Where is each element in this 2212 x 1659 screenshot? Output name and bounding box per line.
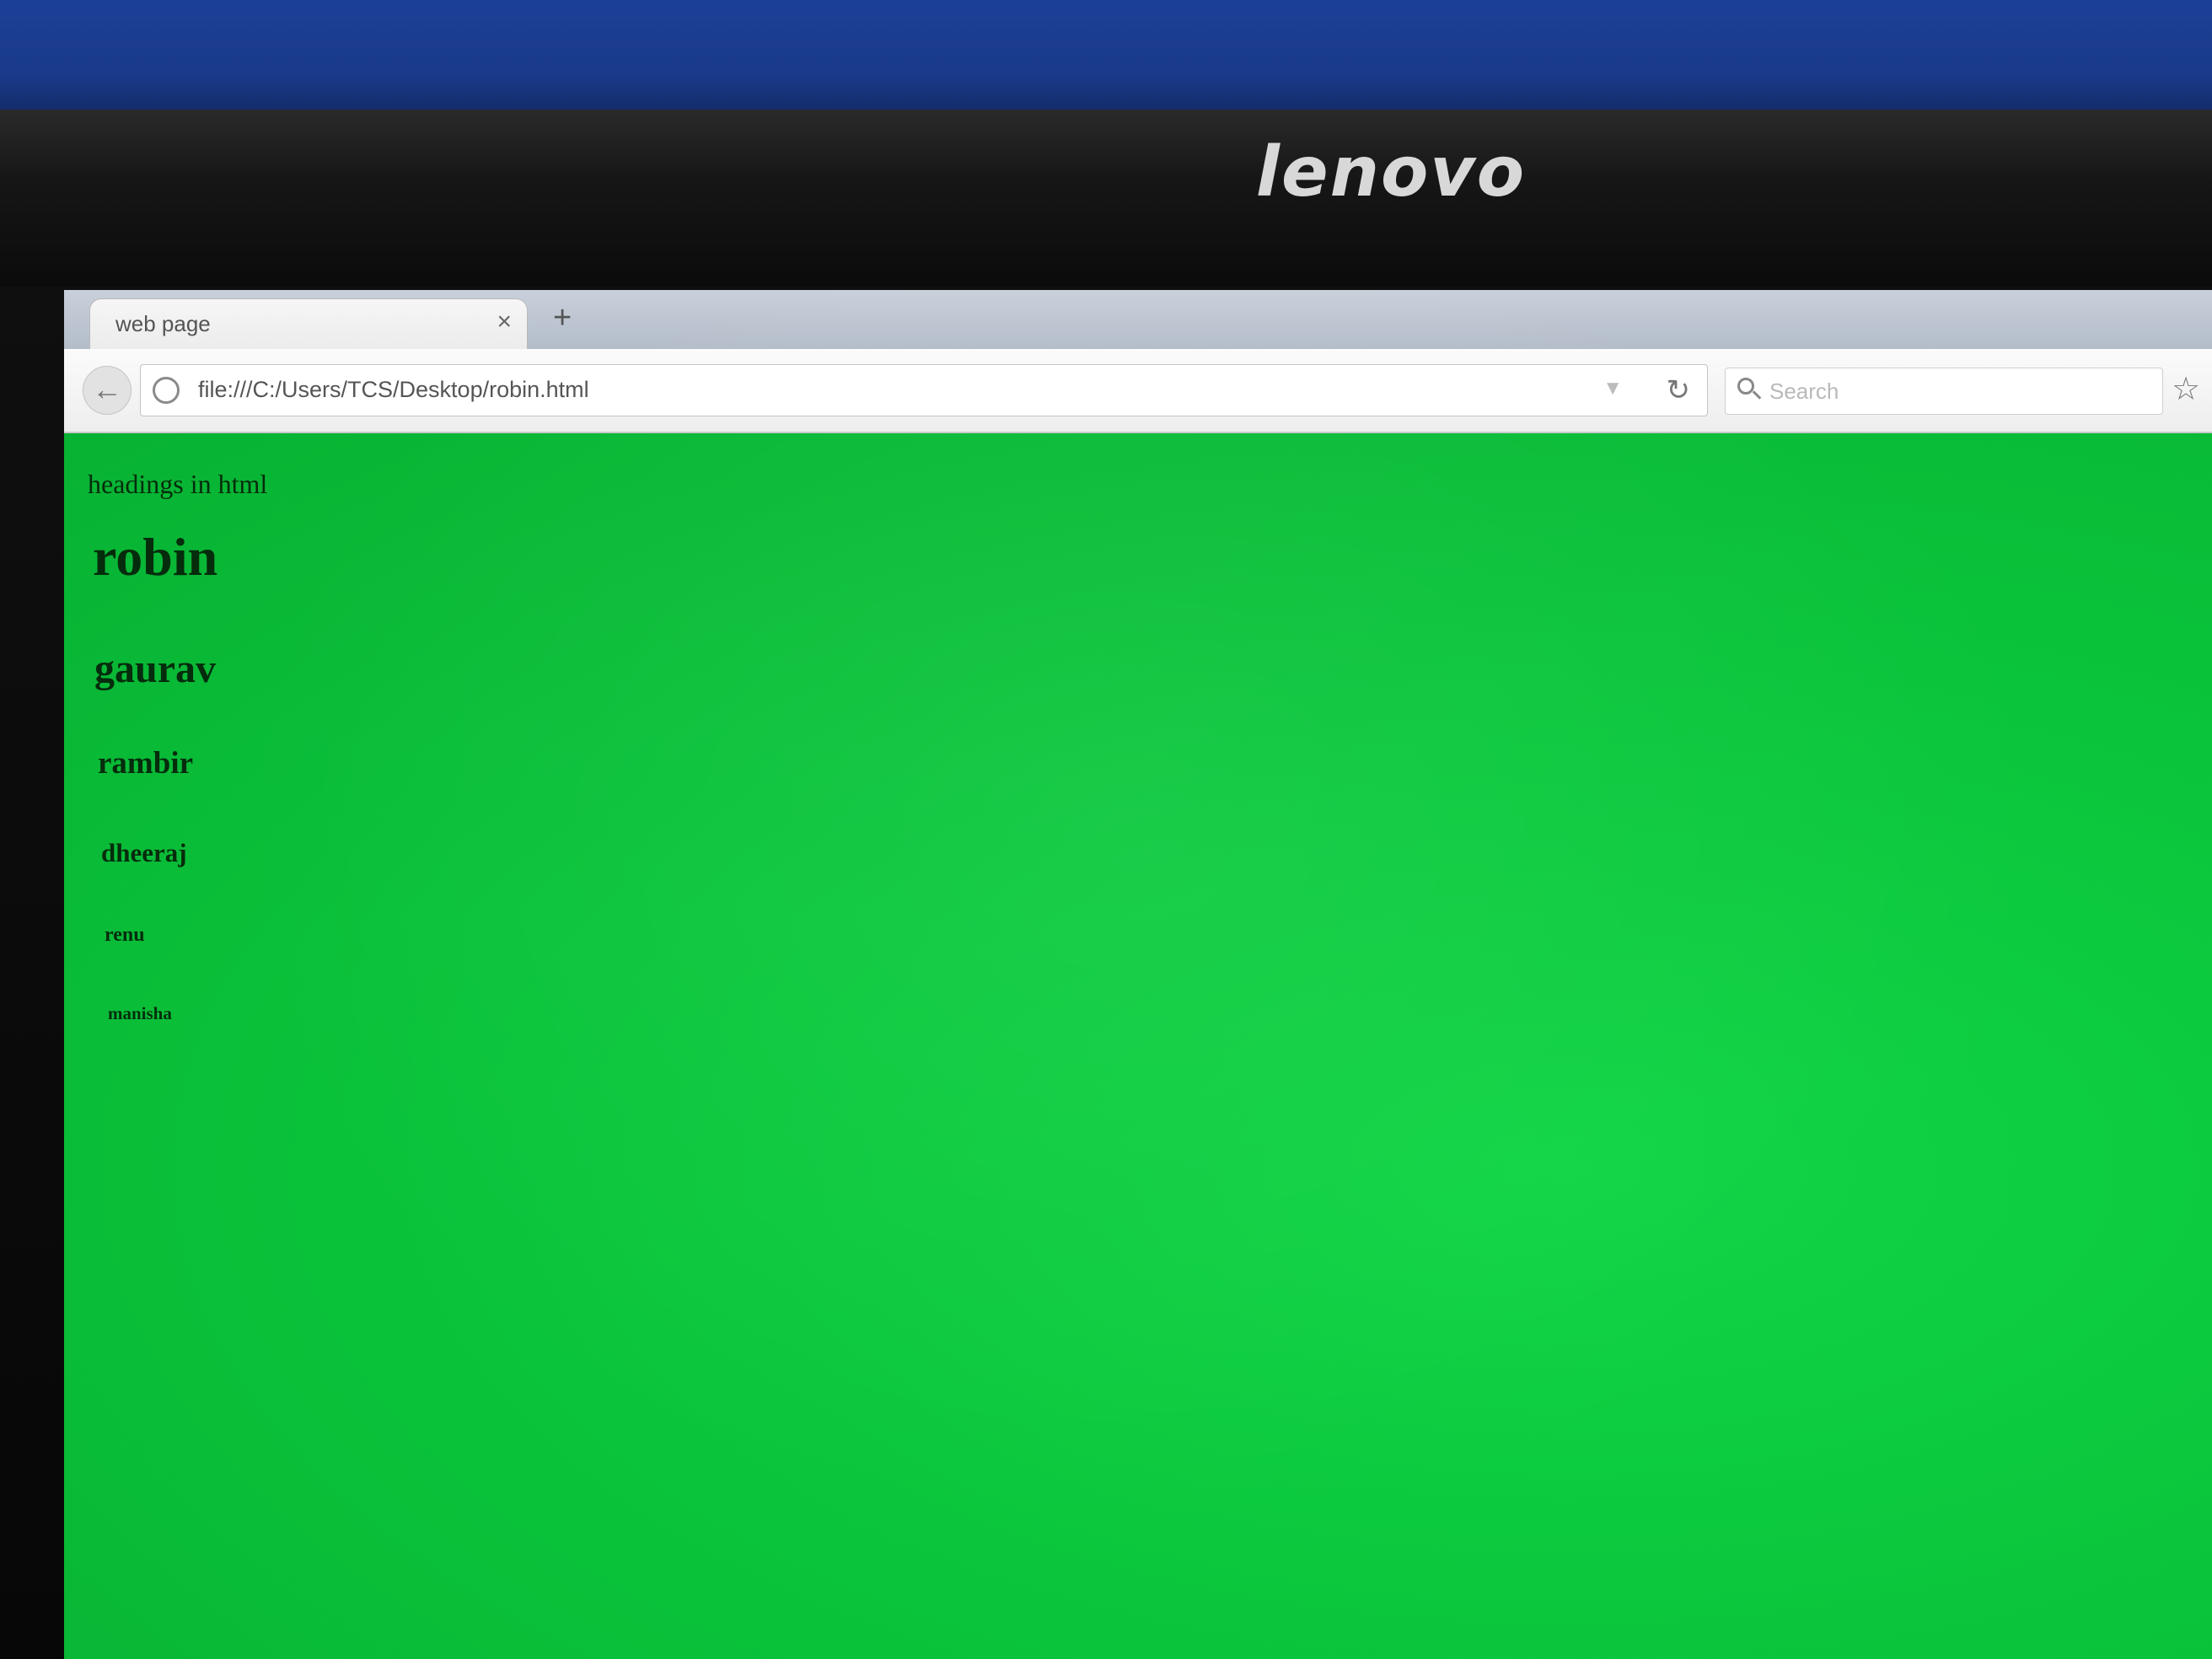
back-arrow-icon[interactable]: ←	[83, 366, 132, 415]
search-placeholder: Search	[1769, 379, 1839, 404]
monitor-bezel-top	[0, 110, 2212, 287]
heading-2: gaurav	[94, 647, 216, 691]
heading-5: renu	[105, 924, 145, 946]
heading-4: dheeraj	[101, 838, 187, 867]
heading-6: manisha	[108, 1003, 172, 1023]
heading-1: robin	[93, 527, 218, 587]
page-content: headings in html robin gaurav rambir dhe…	[64, 433, 2212, 1659]
lenovo-logo: lenovo	[1255, 132, 1527, 212]
tab-title: web page	[115, 311, 211, 336]
new-tab-button[interactable]: +	[553, 302, 572, 334]
history-dropdown-icon[interactable]: ▼	[1603, 377, 1623, 400]
address-bar[interactable]: file:///C:/Users/TCS/Desktop/robin.html …	[140, 364, 1708, 416]
monitor-screen: web page × + ← file:///C:/Users/TCS/Desk…	[64, 290, 2212, 1659]
globe-icon	[153, 377, 180, 404]
search-icon	[1737, 378, 1754, 395]
browser-tab-bar: web page × +	[64, 290, 2212, 349]
wall-backdrop	[0, 0, 2212, 126]
browser-toolbar: ← file:///C:/Users/TCS/Desktop/robin.htm…	[64, 349, 2212, 433]
url-text[interactable]: file:///C:/Users/TCS/Desktop/robin.html	[198, 377, 589, 403]
tab-web-page[interactable]: web page ×	[89, 298, 528, 349]
star-icon[interactable]: ☆	[2172, 366, 2200, 413]
intro-paragraph: headings in html	[88, 469, 268, 499]
heading-3: rambir	[98, 746, 194, 781]
search-input[interactable]: Search	[1725, 368, 2163, 415]
close-tab-icon[interactable]: ×	[497, 309, 512, 335]
reload-icon[interactable]: ↻	[1667, 373, 1691, 407]
